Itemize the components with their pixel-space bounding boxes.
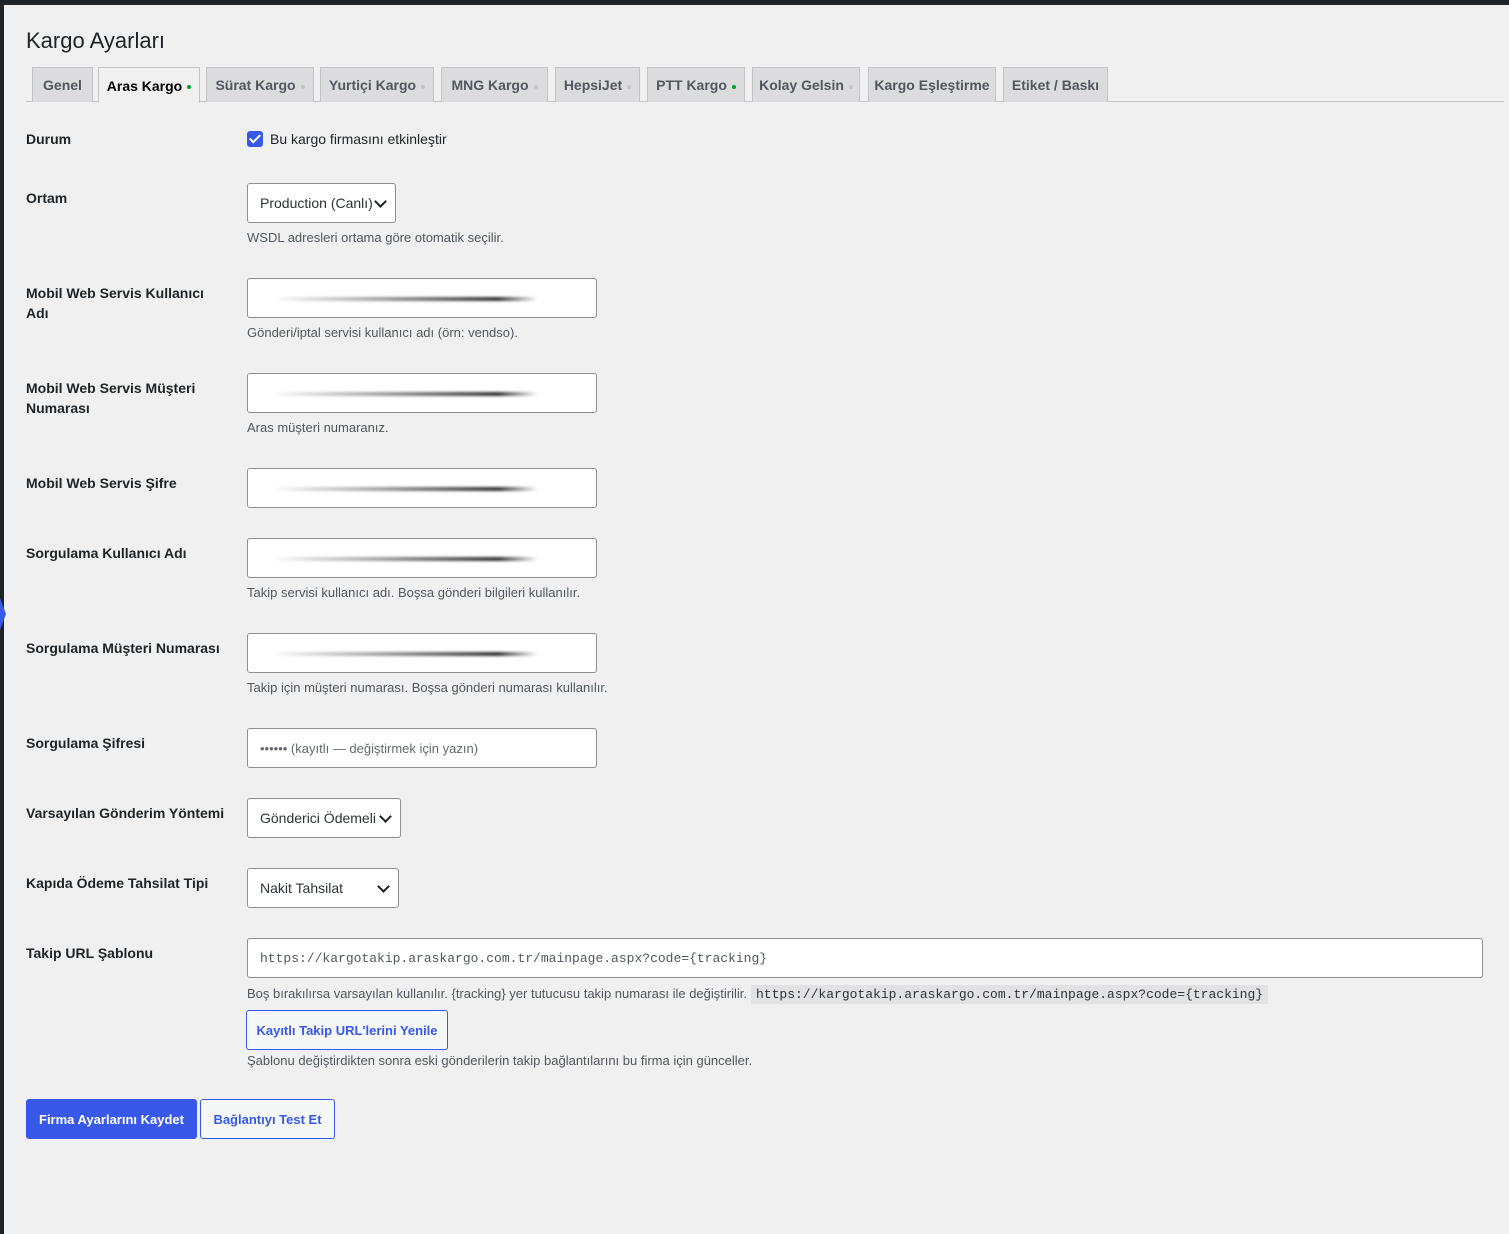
- tab-kargo-eslestirme[interactable]: Kargo Eşleştirme: [868, 67, 996, 102]
- status-dot-disabled-icon: [421, 84, 426, 89]
- cod-collection-type-label: Kapıda Ödeme Tahsilat Tipi: [26, 875, 209, 891]
- tab-label: HepsiJet: [563, 77, 623, 93]
- status-dot-enabled-icon: [731, 84, 736, 89]
- status-dot-disabled-icon: [848, 84, 853, 89]
- redacted-value: [270, 297, 538, 301]
- query-password-label: Sorgulama Şifresi: [26, 735, 146, 751]
- nav-tab-wrapper: Genel Aras Kargo Sürat Kargo Yurtiçi Kar…: [26, 67, 1504, 103]
- tab-hepsijet[interactable]: HepsiJet: [555, 67, 640, 102]
- tab-label: Kargo Eşleştirme: [874, 77, 990, 93]
- redacted-value: [270, 392, 538, 396]
- durum-label: Durum: [26, 131, 72, 147]
- ortam-label: Ortam: [26, 190, 68, 206]
- query-customer-number-input[interactable]: [247, 633, 597, 673]
- query-username-input[interactable]: [247, 538, 597, 578]
- tab-ptt-kargo[interactable]: PTT Kargo: [647, 67, 745, 102]
- page-title: Kargo Ayarları: [26, 28, 166, 53]
- redacted-value: [270, 652, 538, 656]
- default-tracking-url-code: https://kargotakip.araskargo.com.tr/main…: [751, 985, 1269, 1004]
- mobil-username-input[interactable]: [247, 278, 597, 318]
- tab-label: Yurtiçi Kargo: [328, 77, 417, 93]
- query-customer-number-label: Sorgulama Müşteri Numarası: [26, 640, 220, 656]
- tab-label: Kolay Gelsin: [759, 77, 844, 93]
- tab-label: Etiket / Baskı: [1011, 77, 1100, 93]
- status-dot-disabled-icon: [533, 84, 538, 89]
- tab-genel[interactable]: Genel: [32, 67, 93, 102]
- test-connection-button[interactable]: Bağlantıyı Test Et: [200, 1099, 335, 1139]
- shipping-method-select[interactable]: Gönderici Ödemeli: [247, 798, 401, 838]
- tab-etiket-baski[interactable]: Etiket / Baskı: [1003, 67, 1108, 102]
- refresh-tracking-urls-button[interactable]: Kayıtlı Takip URL'lerini Yenile: [246, 1010, 448, 1050]
- tab-surat-kargo[interactable]: Sürat Kargo: [206, 67, 314, 102]
- save-carrier-settings-button[interactable]: Firma Ayarlarını Kaydet: [26, 1099, 197, 1139]
- status-dot-enabled-icon: [187, 85, 192, 89]
- query-password-input[interactable]: [247, 728, 597, 768]
- query-customer-number-description: Takip için müşteri numarası. Boşsa gönde…: [247, 680, 608, 695]
- tab-aras-kargo[interactable]: Aras Kargo: [98, 67, 200, 103]
- cod-collection-type-select-value: Nakit Tahsilat: [260, 880, 344, 896]
- mobil-username-description: Gönderi/iptal servisi kullanıcı adı (örn…: [247, 325, 518, 340]
- enable-carrier-label[interactable]: Bu kargo firmasını etkinleştir: [270, 131, 447, 147]
- redacted-value: [270, 557, 538, 561]
- tracking-url-input[interactable]: [247, 938, 1483, 978]
- tracking-url-label: Takip URL Şablonu: [26, 945, 154, 961]
- query-username-label: Sorgulama Kullanıcı Adı: [26, 545, 187, 561]
- chevron-down-icon: [377, 880, 390, 893]
- admin-top-bar: [0, 0, 1509, 5]
- query-username-description: Takip servisi kullanıcı adı. Boşsa gönde…: [247, 585, 581, 600]
- environment-select-value: Production (Canlı): [260, 195, 373, 211]
- mobil-customer-number-description: Aras müşteri numaranız.: [247, 420, 389, 435]
- tab-label: PTT Kargo: [656, 77, 727, 93]
- tab-yurtici-kargo[interactable]: Yurtiçi Kargo: [320, 67, 434, 102]
- tracking-url-description-text: Boş bırakılırsa varsayılan kullanılır. {…: [247, 986, 747, 1001]
- tab-label: Sürat Kargo: [215, 77, 296, 93]
- tab-mng-kargo[interactable]: MNG Kargo: [441, 67, 548, 102]
- environment-description: WSDL adresleri ortama göre otomatik seçi…: [247, 230, 504, 245]
- enable-carrier-checkbox[interactable]: [247, 131, 263, 147]
- mobil-password-input[interactable]: [247, 468, 597, 508]
- environment-select[interactable]: Production (Canlı): [247, 183, 396, 223]
- tab-kolay-gelsin[interactable]: Kolay Gelsin: [752, 67, 860, 102]
- tab-label: Genel: [43, 77, 82, 93]
- chevron-down-icon: [374, 195, 387, 208]
- tracking-url-description: Boş bırakılırsa varsayılan kullanılır. {…: [247, 985, 1269, 1004]
- cod-collection-type-select[interactable]: Nakit Tahsilat: [247, 868, 399, 908]
- status-dot-disabled-icon: [627, 84, 632, 89]
- tab-label: Aras Kargo: [106, 77, 183, 94]
- refresh-tracking-urls-description: Şablonu değiştirdikten sonra eski gönder…: [247, 1053, 753, 1068]
- chevron-down-icon: [379, 810, 392, 823]
- mobil-password-label: Mobil Web Servis Şifre: [26, 475, 177, 491]
- tab-label: MNG Kargo: [451, 77, 529, 93]
- shipping-method-label: Varsayılan Gönderim Yöntemi: [26, 805, 225, 821]
- status-dot-disabled-icon: [300, 84, 305, 89]
- menu-current-arrow: [0, 598, 6, 630]
- mobil-customer-number-label: Mobil Web Servis Müşteri Numarası: [26, 380, 196, 416]
- mobil-customer-number-input[interactable]: [247, 373, 597, 413]
- redacted-value: [270, 487, 538, 491]
- shipping-method-select-value: Gönderici Ödemeli: [260, 810, 376, 826]
- mobil-username-label: Mobil Web Servis Kullanıcı Adı: [26, 285, 204, 321]
